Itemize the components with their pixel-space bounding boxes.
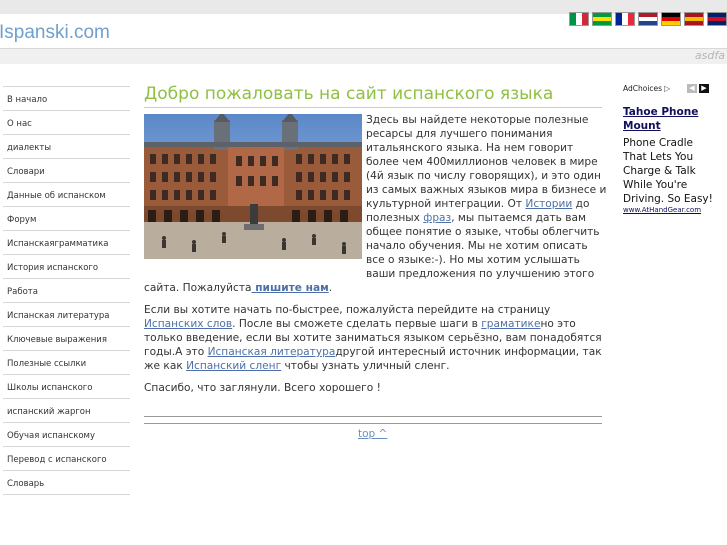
uk-flag[interactable] [707, 12, 727, 26]
italy-flag[interactable] [569, 12, 589, 26]
spanish-words-link[interactable]: Испанских слов [144, 318, 232, 330]
germany-flag[interactable] [661, 12, 681, 26]
ad-title-link[interactable]: Tahoe Phone Mount [623, 105, 713, 133]
sidebar-item[interactable]: Словарь [3, 470, 130, 495]
sidebar-item[interactable]: Работа [3, 278, 130, 302]
sub-bar-text: asdfa [694, 49, 725, 62]
netherlands-flag[interactable] [638, 12, 658, 26]
quickstart-text-a: Если вы хотите начать по-быстрее, пожалу… [144, 304, 551, 316]
photo-spacer [144, 113, 366, 271]
adchoices-text: AdChoices [623, 84, 663, 93]
write-us-link[interactable]: пишите нам [252, 282, 329, 294]
sidebar-item[interactable]: Данные об испанском [3, 182, 130, 206]
sidebar-item[interactable]: О нас [3, 110, 130, 134]
france-flag[interactable] [615, 12, 635, 26]
sidebar-item[interactable]: Полезные ссылки [3, 350, 130, 374]
ad-nav: ◀ ▶ [687, 84, 709, 93]
intro-paragraph: Здесь вы найдете некоторые полезные реса… [144, 113, 608, 295]
sidebar-item[interactable]: Форум [3, 206, 130, 230]
brazil-flag[interactable] [592, 12, 612, 26]
quickstart-paragraph: Если вы хотите начать по-быстрее, пожалу… [144, 303, 608, 373]
intro-text-a: Здесь вы найдете некоторые полезные реса… [366, 114, 607, 210]
sidebar-item[interactable]: Испанскаяграмматика [3, 230, 130, 254]
sidebar-item[interactable]: испанский жаргон [3, 398, 130, 422]
sidebar-item[interactable]: Обучая испанскому [3, 422, 130, 446]
spain-flag[interactable] [684, 12, 704, 26]
adchoices-icon: ▷ [664, 84, 671, 93]
ad-body-text[interactable]: Phone Cradle That Lets You Charge & Talk… [623, 136, 713, 206]
sub-bar: asdfa [0, 48, 727, 64]
sidebar-item[interactable]: В начало [3, 86, 130, 110]
sidebar-item[interactable]: Ключевые выражения [3, 326, 130, 350]
back-to-top-link[interactable]: top ^ [358, 428, 387, 440]
site-logo[interactable]: Ispanski.com [0, 22, 110, 44]
phrases-link[interactable]: фраз [423, 212, 451, 224]
footer-divider-top [144, 416, 602, 417]
intro-text: Здесь вы найдете некоторые полезные реса… [144, 113, 608, 403]
literature-link[interactable]: Испанская литература [208, 346, 336, 358]
thanks-paragraph: Спасибо, что заглянули. Всего хорошего ! [144, 382, 381, 394]
sidebar-nav: В начало О нас диалекты Словари Данные об ис… [3, 86, 130, 495]
ad-next-icon[interactable]: ▶ [699, 84, 709, 93]
sidebar-item[interactable]: Школы испанского [3, 374, 130, 398]
language-flags [569, 12, 727, 26]
period-text: . [328, 282, 333, 294]
sidebar-item[interactable]: Испанская литература [3, 302, 130, 326]
sidebar-item[interactable]: Перевод с испанского [3, 446, 130, 470]
ad-url-link[interactable]: www.AtHandGear.com [623, 206, 713, 214]
footer-divider-bottom [144, 423, 602, 424]
grammar-link[interactable]: граматике [481, 318, 540, 330]
sidebar-item[interactable]: диалекты [3, 134, 130, 158]
slang-link[interactable]: Испанский сленг [186, 360, 281, 372]
history-link[interactable]: Истории [525, 198, 572, 210]
quickstart-text-e: чтобы узнать уличный сленг. [284, 360, 450, 372]
page-title: Добро пожаловать на сайт испанского язык… [144, 84, 554, 104]
ad-prev-icon[interactable]: ◀ [687, 84, 697, 93]
sidebar-item[interactable]: Словари [3, 158, 130, 182]
please-text: Пожалуйста [182, 282, 252, 294]
quickstart-text-b: . После вы сможете сделать первые шаги в [232, 318, 478, 330]
title-divider [144, 107, 602, 108]
sidebar-item[interactable]: История испанского [3, 254, 130, 278]
ad-panel: AdChoices ▷ ◀ ▶ Tahoe Phone Mount Phone … [623, 84, 713, 214]
